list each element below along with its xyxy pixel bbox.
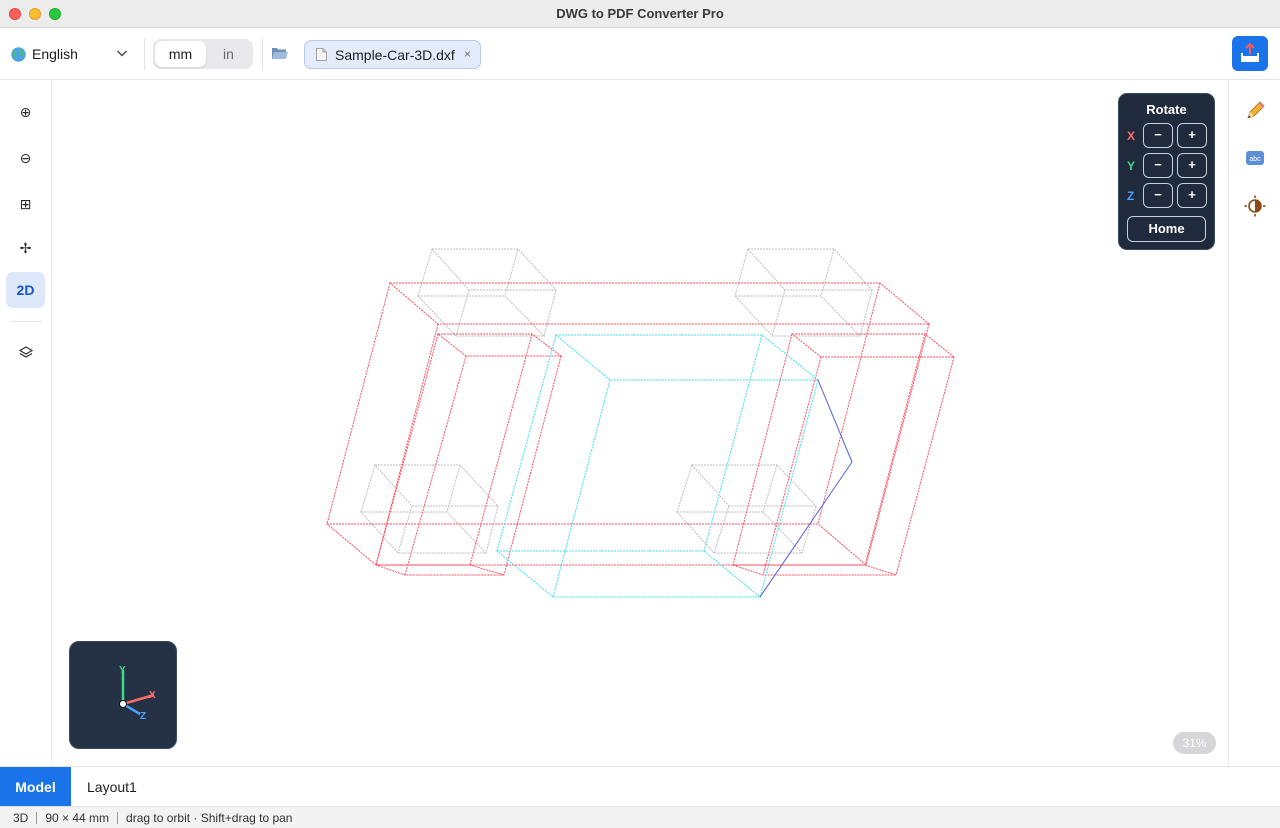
text-abc-icon[interactable]: abc: [1243, 146, 1267, 170]
folder-open-icon[interactable]: [271, 45, 289, 61]
status-bar: 3D 90 × 44 mm drag to orbit · Shift+drag…: [0, 806, 1280, 828]
axis-z-label: Z: [1127, 189, 1135, 203]
home-view-button[interactable]: Home: [1127, 216, 1206, 242]
gizmo-x-label: X: [149, 690, 156, 701]
document-icon: [316, 48, 327, 61]
unit-in-button[interactable]: in: [206, 41, 251, 67]
right-toolbar: abc: [1228, 80, 1280, 766]
tab-layout1[interactable]: Layout1: [71, 767, 153, 807]
rotate-title: Rotate: [1146, 102, 1187, 117]
rotate-z-minus-button[interactable]: −: [1143, 183, 1173, 208]
unit-toggle: mm in: [153, 39, 253, 69]
wheel-boxes: [359, 248, 874, 554]
status-size: 90 × 44 mm: [45, 810, 110, 825]
axis-gizmo[interactable]: Y X Z: [69, 641, 177, 749]
gizmo-z-label: Z: [140, 711, 146, 722]
zoom-in-button[interactable]: ⊕: [6, 94, 45, 130]
chevron-down-icon: [117, 50, 127, 57]
view-2d-label: 2D: [16, 282, 35, 298]
title-bar: DWG to PDF Converter Pro: [0, 0, 1280, 28]
status-hint: drag to orbit · Shift+drag to pan: [126, 810, 293, 825]
axis-y-label: Y: [1127, 159, 1136, 173]
layers-button[interactable]: [6, 335, 45, 371]
axis-gizmo-icon: Y X Z: [119, 665, 156, 722]
unit-mm-button[interactable]: mm: [155, 41, 206, 67]
zoom-in-icon: ⊕: [19, 103, 32, 120]
move-arrows-icon: ✢: [19, 239, 32, 256]
car-wireframe: [325, 248, 956, 598]
drawing-canvas[interactable]: [53, 80, 1228, 766]
zoom-out-button[interactable]: ⊖: [6, 140, 45, 176]
app-window: DWG to PDF Converter Pro English mm in S…: [0, 0, 1280, 828]
rotate-y-plus-button[interactable]: +: [1177, 153, 1207, 178]
svg-text:abc: abc: [1249, 156, 1261, 163]
contrast-icon[interactable]: [1243, 194, 1267, 218]
cabin-frame: [495, 334, 820, 598]
rotate-x-plus-button[interactable]: +: [1177, 123, 1207, 148]
language-select[interactable]: English: [10, 42, 134, 66]
close-tab-icon[interactable]: ×: [464, 47, 471, 61]
layers-icon: [18, 346, 33, 358]
toolbar-divider: [262, 38, 263, 70]
zoom-extents-button[interactable]: ⊞: [6, 186, 45, 222]
zoom-level-badge: 31%: [1173, 732, 1216, 754]
globe-icon: [11, 46, 26, 62]
status-divider: [36, 811, 38, 824]
language-label: English: [32, 46, 78, 62]
rotate-y-minus-button[interactable]: −: [1143, 153, 1173, 178]
body-frame: [325, 282, 956, 576]
file-tab-label: Sample-Car-3D.dxf: [335, 46, 455, 63]
gizmo-y-label: Y: [119, 665, 126, 676]
status-divider: [117, 811, 119, 824]
toolbar-divider: [144, 38, 145, 70]
tab-model[interactable]: Model: [0, 767, 71, 807]
status-mode: 3D: [13, 810, 29, 825]
sidebar-divider: [10, 321, 42, 322]
zoom-out-icon: ⊖: [19, 149, 32, 166]
view-2d-button[interactable]: 2D: [6, 272, 45, 308]
tray-export-icon: [1241, 42, 1259, 62]
left-toolbar: ⊕ ⊖ ⊞ ✢ 2D: [0, 80, 52, 766]
rotate-z-plus-button[interactable]: +: [1177, 183, 1207, 208]
export-pdf-button[interactable]: [1232, 36, 1268, 71]
pencil-icon[interactable]: [1243, 99, 1267, 123]
rotate-panel: Rotate X − + Y − + Z − + Home: [1118, 93, 1215, 250]
window-title: DWG to PDF Converter Pro: [556, 6, 724, 21]
top-toolbar: English mm in Sample-Car-3D.dxf ×: [0, 28, 1280, 80]
rotate-x-minus-button[interactable]: −: [1143, 123, 1173, 148]
pan-button[interactable]: ✢: [6, 230, 45, 266]
grid-icon: ⊞: [19, 195, 32, 212]
file-tab[interactable]: Sample-Car-3D.dxf ×: [304, 40, 481, 69]
axis-x-label: X: [1127, 129, 1136, 143]
layout-tabs: Model Layout1: [0, 766, 1280, 807]
